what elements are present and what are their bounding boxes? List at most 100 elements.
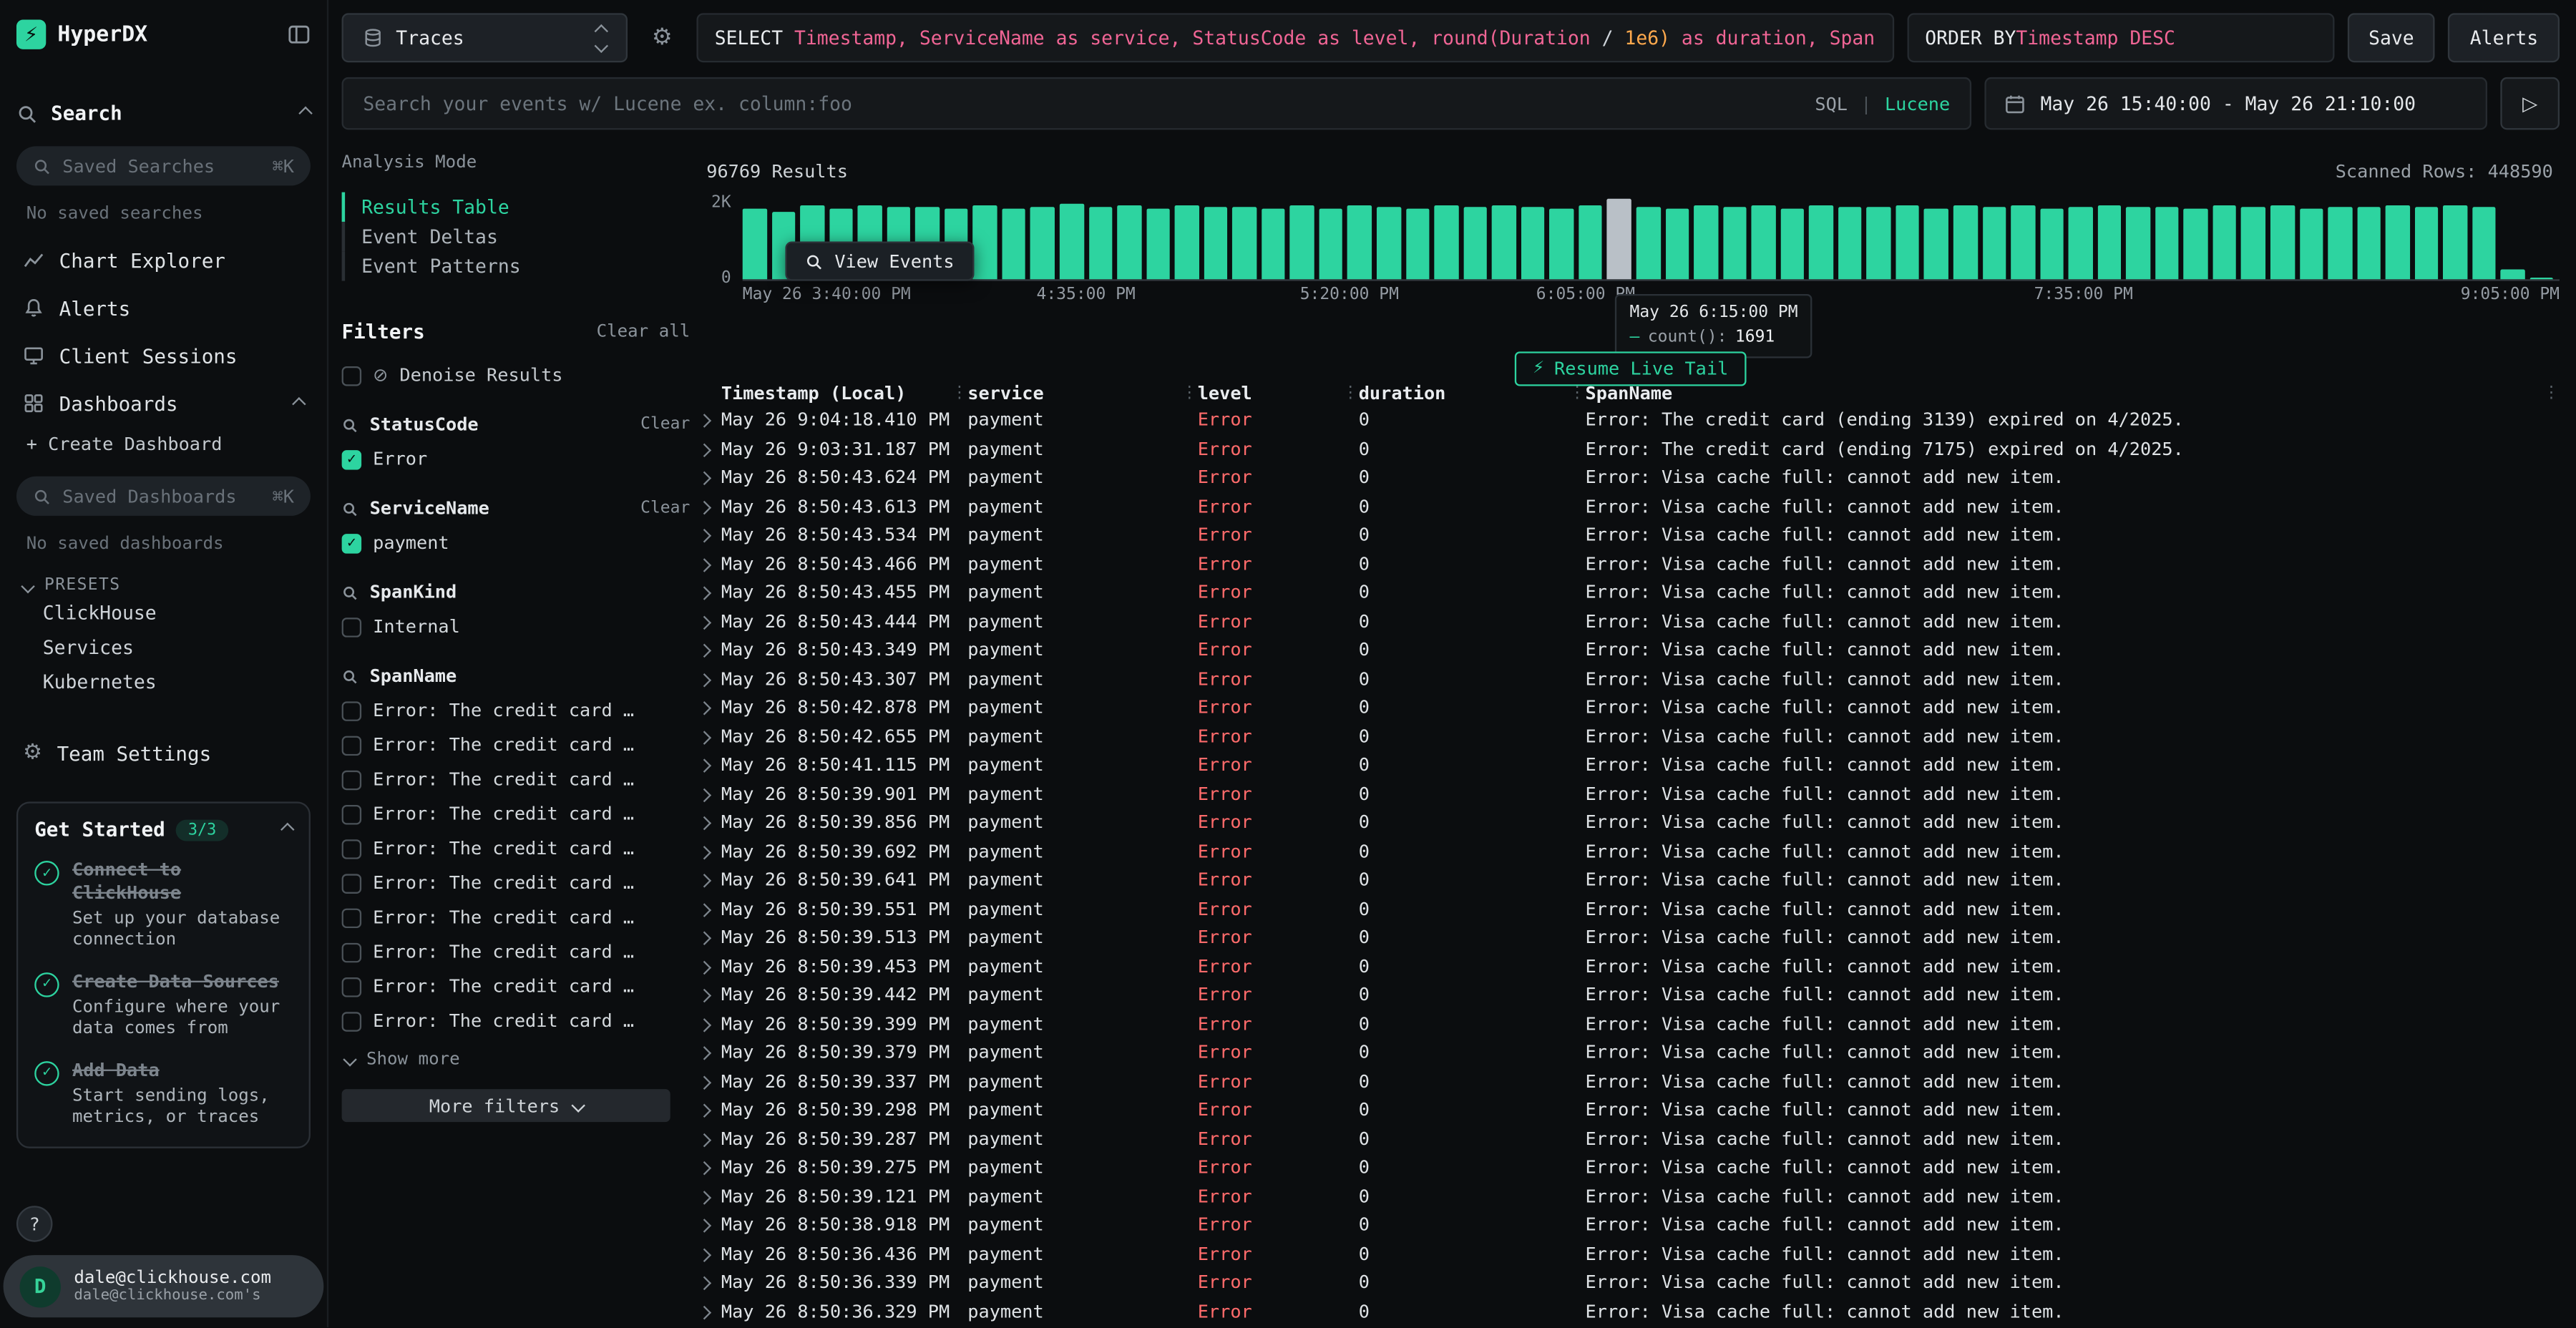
show-more-button[interactable]: Show more — [342, 1050, 691, 1070]
table-row[interactable]: May 26 8:50:43.624 PMpaymentError0Error:… — [700, 463, 2560, 492]
row-expand-icon[interactable] — [700, 645, 721, 655]
column-header-level[interactable]: level — [1198, 382, 1342, 404]
filter-option[interactable]: Error: The credit card … — [342, 768, 691, 790]
denoise-toggle[interactable]: ⊘ Denoise Results — [342, 365, 691, 386]
histogram-bar[interactable] — [1204, 208, 1227, 280]
search-icon[interactable] — [342, 668, 358, 684]
histogram-bar[interactable] — [1262, 209, 1285, 279]
filter-option[interactable]: Internal — [342, 616, 691, 638]
sidebar-item-dashboards[interactable]: Dashboards — [16, 379, 311, 427]
sidebar-collapse-icon[interactable] — [288, 23, 311, 46]
checkbox[interactable] — [342, 977, 362, 997]
mode-results-table[interactable]: Results Table — [342, 192, 691, 222]
checkbox[interactable] — [342, 735, 362, 755]
row-expand-icon[interactable] — [700, 703, 721, 713]
row-expand-icon[interactable] — [700, 1163, 721, 1172]
histogram-bar[interactable] — [2184, 208, 2207, 279]
sidebar-item-chart-explorer[interactable]: Chart Explorer — [16, 237, 311, 285]
row-expand-icon[interactable] — [700, 502, 721, 511]
sidebar-section-search[interactable]: Search — [16, 102, 311, 125]
table-row[interactable]: May 26 8:50:39.901 PMpaymentError0Error:… — [700, 779, 2560, 808]
row-expand-icon[interactable] — [700, 1048, 721, 1058]
table-row[interactable]: May 26 8:50:39.379 PMpaymentError0Error:… — [700, 1038, 2560, 1067]
source-settings-button[interactable]: ⚙ — [640, 13, 683, 62]
mode-sql-toggle[interactable]: SQL — [1815, 93, 1848, 114]
table-row[interactable]: May 26 8:50:39.453 PMpaymentError0Error:… — [700, 952, 2560, 980]
histogram-bar[interactable] — [1377, 207, 1400, 279]
table-row[interactable]: May 26 8:50:39.275 PMpaymentError0Error:… — [700, 1153, 2560, 1182]
filter-option[interactable]: Error: The credit card … — [342, 804, 691, 825]
get-started-header[interactable]: Get Started 3/3 — [34, 818, 292, 841]
checkbox[interactable] — [342, 617, 362, 637]
save-button[interactable]: Save — [2347, 13, 2435, 62]
histogram-bar[interactable] — [2328, 206, 2351, 279]
chevron-up-icon[interactable] — [298, 107, 312, 120]
checkbox[interactable]: ✓ — [342, 449, 362, 469]
row-expand-icon[interactable] — [700, 847, 721, 856]
histogram-bar[interactable] — [1953, 206, 1977, 279]
column-separator[interactable]: ⋮ — [1342, 384, 1359, 401]
get-started-item[interactable]: ✓ Add Data Start sending logs, metrics, … — [34, 1059, 292, 1130]
checkbox[interactable]: ✓ — [342, 533, 362, 553]
histogram-bar[interactable] — [1405, 208, 1429, 279]
chevron-up-icon[interactable] — [280, 823, 294, 836]
table-row[interactable]: May 26 8:50:39.399 PMpaymentError0Error:… — [700, 1010, 2560, 1038]
row-expand-icon[interactable] — [700, 1192, 721, 1201]
row-expand-icon[interactable] — [700, 933, 721, 942]
histogram-bar[interactable] — [2212, 205, 2236, 279]
histogram-bar[interactable] — [1694, 205, 1717, 279]
row-expand-icon[interactable] — [700, 444, 721, 454]
histogram-bar[interactable] — [2242, 208, 2265, 280]
user-menu[interactable]: D dale@clickhouse.com dale@clickhouse.co… — [4, 1255, 324, 1317]
histogram-bar[interactable] — [1924, 208, 1948, 280]
table-row[interactable]: May 26 8:50:36.329 PMpaymentError0Error:… — [700, 1297, 2560, 1326]
histogram-bar[interactable] — [1579, 205, 1602, 279]
checkbox[interactable] — [342, 873, 362, 893]
histogram-bar[interactable] — [2155, 207, 2179, 279]
row-expand-icon[interactable] — [700, 1105, 721, 1115]
row-expand-icon[interactable] — [700, 990, 721, 1000]
row-expand-icon[interactable] — [700, 1077, 721, 1086]
preset-item-services[interactable]: Services — [16, 629, 311, 663]
presets-toggle[interactable]: PRESETS — [16, 577, 311, 595]
table-row[interactable]: May 26 8:50:39.121 PMpaymentError0Error:… — [700, 1182, 2560, 1211]
table-row[interactable]: May 26 8:50:43.466 PMpaymentError0Error:… — [700, 550, 2560, 578]
histogram-bar[interactable] — [2097, 205, 2121, 279]
row-expand-icon[interactable] — [700, 416, 721, 425]
column-separator[interactable]: ⋮ — [1569, 384, 1586, 401]
histogram-bar[interactable] — [1290, 205, 1314, 279]
table-row[interactable]: May 26 8:50:39.442 PMpaymentError0Error:… — [700, 981, 2560, 1010]
column-header-service[interactable]: service — [967, 382, 1181, 404]
preset-item-kubernetes[interactable]: Kubernetes — [16, 664, 311, 698]
search-icon[interactable] — [342, 584, 358, 600]
histogram-bar[interactable] — [2357, 208, 2381, 279]
histogram-bar[interactable] — [2414, 207, 2438, 279]
table-row[interactable]: May 26 8:50:39.337 PMpaymentError0Error:… — [700, 1067, 2560, 1095]
table-row[interactable]: May 26 8:50:36.339 PMpaymentError0Error:… — [700, 1268, 2560, 1297]
row-expand-icon[interactable] — [700, 818, 721, 827]
checkbox[interactable] — [342, 942, 362, 962]
order-by-editor[interactable]: ORDER BY Timestamp DESC — [1907, 13, 2334, 62]
mode-lucene-toggle[interactable]: Lucene — [1885, 93, 1950, 114]
filter-option[interactable]: Error: The credit card … — [342, 976, 691, 997]
sidebar-item-client-sessions[interactable]: Client Sessions — [16, 332, 311, 380]
filter-option[interactable]: Error: The credit card … — [342, 734, 691, 756]
table-row[interactable]: May 26 8:50:39.641 PMpaymentError0Error:… — [700, 866, 2560, 894]
row-expand-icon[interactable] — [700, 962, 721, 971]
table-row[interactable]: May 26 8:50:38.918 PMpaymentError0Error:… — [700, 1211, 2560, 1239]
table-row[interactable]: May 26 8:50:39.551 PMpaymentError0Error:… — [700, 894, 2560, 923]
column-separator[interactable]: ⋮ — [1181, 384, 1198, 401]
create-dashboard-button[interactable]: + Create Dashboard — [16, 434, 311, 455]
row-expand-icon[interactable] — [700, 1278, 721, 1287]
histogram-bar[interactable] — [2472, 208, 2496, 279]
filter-option[interactable]: Error: The credit card … — [342, 942, 691, 963]
row-expand-icon[interactable] — [700, 761, 721, 770]
checkbox[interactable] — [342, 839, 362, 859]
filter-option[interactable]: Error: The credit card … — [342, 700, 691, 721]
preset-item-clickhouse[interactable]: ClickHouse — [16, 595, 311, 629]
histogram-bar[interactable] — [2040, 208, 2064, 279]
get-started-item[interactable]: ✓ Create Data Sources Configure where yo… — [34, 970, 292, 1041]
row-expand-icon[interactable] — [700, 617, 721, 626]
histogram-bar[interactable] — [1982, 208, 2006, 280]
histogram-bar[interactable] — [2386, 205, 2409, 279]
